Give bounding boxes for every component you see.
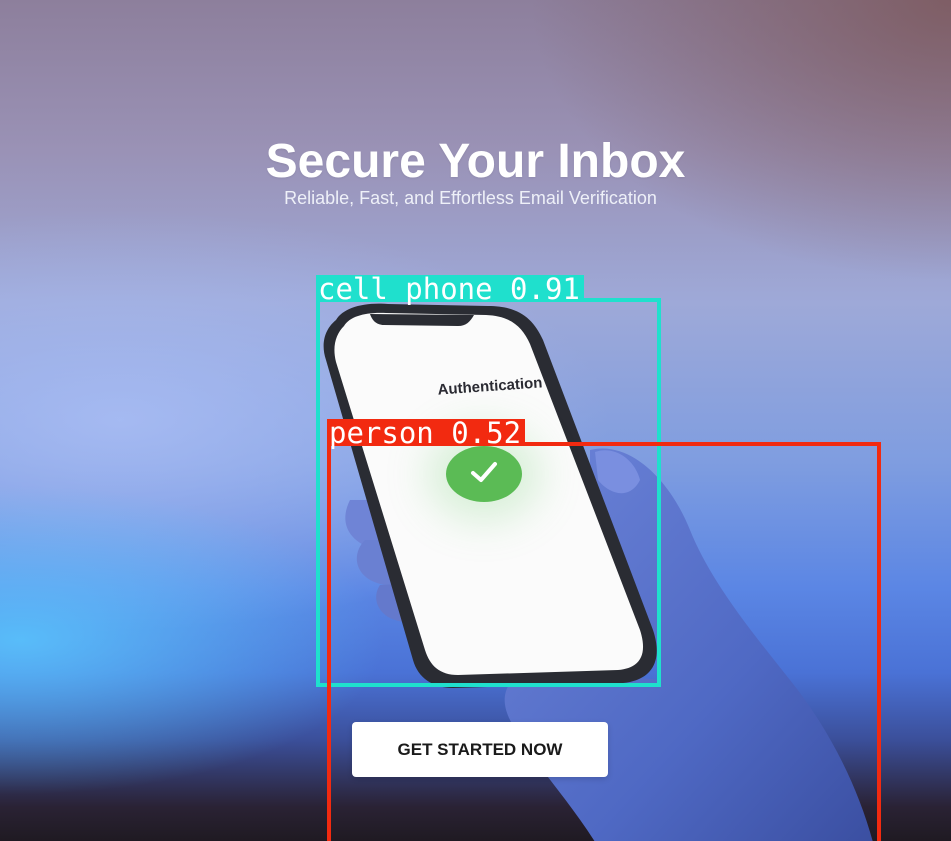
hero-subtitle: Reliable, Fast, and Effortless Email Ver… (284, 188, 657, 208)
cell-phone-detection-label: cell phone 0.91 (316, 275, 584, 304)
hero-title: Secure Your Inbox (265, 135, 686, 189)
auth-screen-title: Authentication (437, 374, 543, 399)
get-started-button[interactable]: GET STARTED NOW (352, 722, 608, 777)
check-circle-icon (446, 446, 522, 502)
landing-page: Secure Your Inbox Reliable, Fast, and Ef… (0, 0, 951, 841)
phone-screen: Authentication (318, 300, 663, 692)
